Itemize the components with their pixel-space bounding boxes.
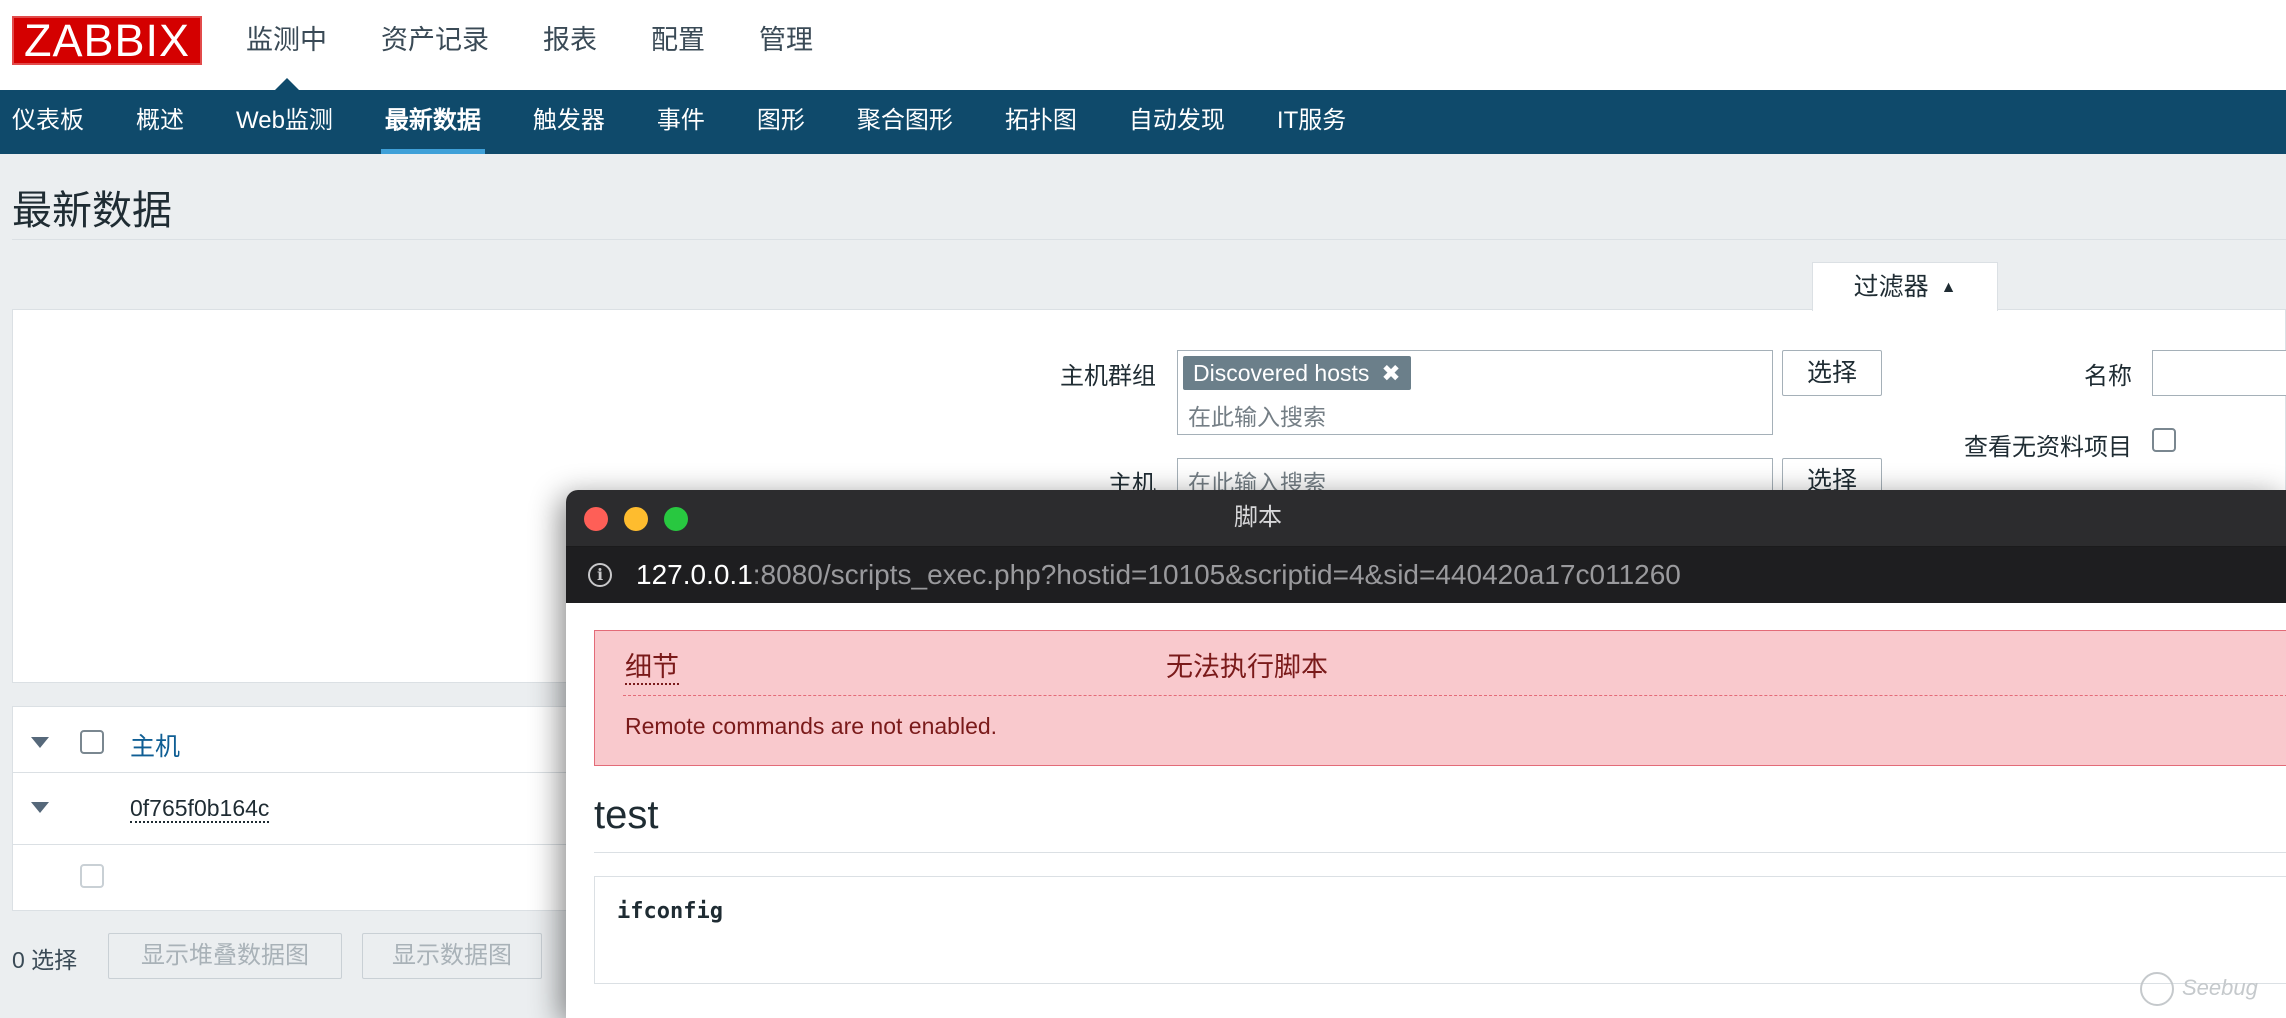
host-group-tag: Discovered hosts ✖	[1183, 356, 1411, 390]
script-popup-window: 脚本 i 127.0.0.1:8080/scripts_exec.php?hos…	[566, 490, 2286, 1018]
script-output-text: ifconfig	[617, 899, 723, 924]
top-bar: ZABBIX 监测中 资产记录 报表 配置 管理	[0, 0, 2286, 90]
name-input[interactable]	[2152, 350, 2286, 396]
remove-tag-icon[interactable]: ✖	[1381, 360, 1400, 386]
filter-tab-label: 过滤器	[1853, 273, 1929, 301]
sub-menu-overview[interactable]: 概述	[136, 90, 184, 154]
host-row-collapse-icon[interactable]	[31, 802, 49, 813]
select-all-checkbox[interactable]	[80, 730, 104, 754]
main-menu-inventory[interactable]: 资产记录	[381, 0, 489, 90]
zabbix-logo[interactable]: ZABBIX	[12, 16, 202, 65]
sub-menu-it-services[interactable]: IT服务	[1277, 90, 1346, 154]
filter-tab[interactable]: 过滤器 ▲	[1812, 262, 1998, 311]
sub-menu-maps[interactable]: 拓扑图	[1005, 90, 1077, 154]
row-checkbox[interactable]	[80, 864, 104, 888]
show-no-data-checkbox[interactable]	[2152, 428, 2176, 452]
sub-menu: 仪表板 概述 Web监测 最新数据 触发器 事件 图形 聚合图形 拓扑图 自动发…	[0, 90, 2286, 154]
show-graph-button[interactable]: 显示数据图	[362, 933, 542, 979]
collapse-all-icon[interactable]	[31, 737, 49, 748]
sub-menu-dashboard[interactable]: 仪表板	[12, 90, 84, 154]
host-group-search-input[interactable]: 在此输入搜索	[1188, 398, 1326, 432]
script-name-heading: test	[594, 793, 659, 837]
script-output-box: ifconfig	[594, 876, 2286, 984]
show-no-data-label: 查看无资料项目	[1964, 434, 2132, 461]
sub-menu-discovery[interactable]: 自动发现	[1129, 90, 1225, 154]
seebug-watermark-icon	[2140, 972, 2174, 1006]
main-menu: 监测中 资产记录 报表 配置 管理	[246, 0, 867, 90]
url-text[interactable]: 127.0.0.1:8080/scripts_exec.php?hostid=1…	[636, 547, 1681, 603]
seebug-watermark: Seebug	[2182, 975, 2258, 1000]
info-icon[interactable]: i	[588, 563, 612, 587]
host-group-label: 主机群组	[1060, 363, 1156, 390]
triangle-up-icon: ▲	[1940, 279, 1957, 296]
error-message-box: 细节 无法执行脚本 Remote commands are not enable…	[594, 630, 2286, 766]
title-divider	[12, 239, 2286, 240]
error-separator	[623, 695, 2286, 696]
sub-menu-latest-data[interactable]: 最新数据	[380, 90, 485, 154]
sub-menu-screens[interactable]: 聚合图形	[857, 90, 953, 154]
popup-title: 脚本	[1234, 504, 1282, 531]
url-host: 127.0.0.1	[636, 559, 753, 590]
script-name-divider	[594, 852, 2286, 853]
show-stacked-graph-button[interactable]: 显示堆叠数据图	[108, 933, 342, 979]
page-title: 最新数据	[12, 189, 172, 233]
error-title: 无法执行脚本	[1166, 652, 1328, 682]
host-group-select-button[interactable]: 选择	[1782, 350, 1882, 396]
popup-titlebar[interactable]: 脚本	[566, 490, 2286, 547]
host-group-tag-label: Discovered hosts	[1193, 360, 1370, 386]
host-column-header[interactable]: 主机	[130, 727, 180, 763]
url-bar[interactable]: i 127.0.0.1:8080/scripts_exec.php?hostid…	[566, 547, 2286, 603]
host-row-name[interactable]: 0f765f0b164c	[130, 795, 270, 823]
selected-count: 0 选择	[12, 947, 78, 973]
sub-menu-events[interactable]: 事件	[657, 90, 705, 154]
sub-menu-graphs[interactable]: 图形	[757, 90, 805, 154]
main-menu-reports[interactable]: 报表	[543, 0, 597, 90]
error-detail-text: Remote commands are not enabled.	[625, 713, 998, 739]
host-group-multiselect[interactable]: Discovered hosts ✖ 在此输入搜索	[1177, 350, 1773, 435]
main-menu-administration[interactable]: 管理	[759, 0, 813, 90]
name-label: 名称	[2084, 363, 2132, 390]
sub-menu-web[interactable]: Web监测	[236, 90, 333, 154]
url-path: :8080/scripts_exec.php?hostid=10105&scri…	[752, 559, 1681, 590]
main-menu-configuration[interactable]: 配置	[651, 0, 705, 90]
main-menu-monitoring[interactable]: 监测中	[246, 0, 327, 90]
sub-menu-triggers[interactable]: 触发器	[533, 90, 605, 154]
